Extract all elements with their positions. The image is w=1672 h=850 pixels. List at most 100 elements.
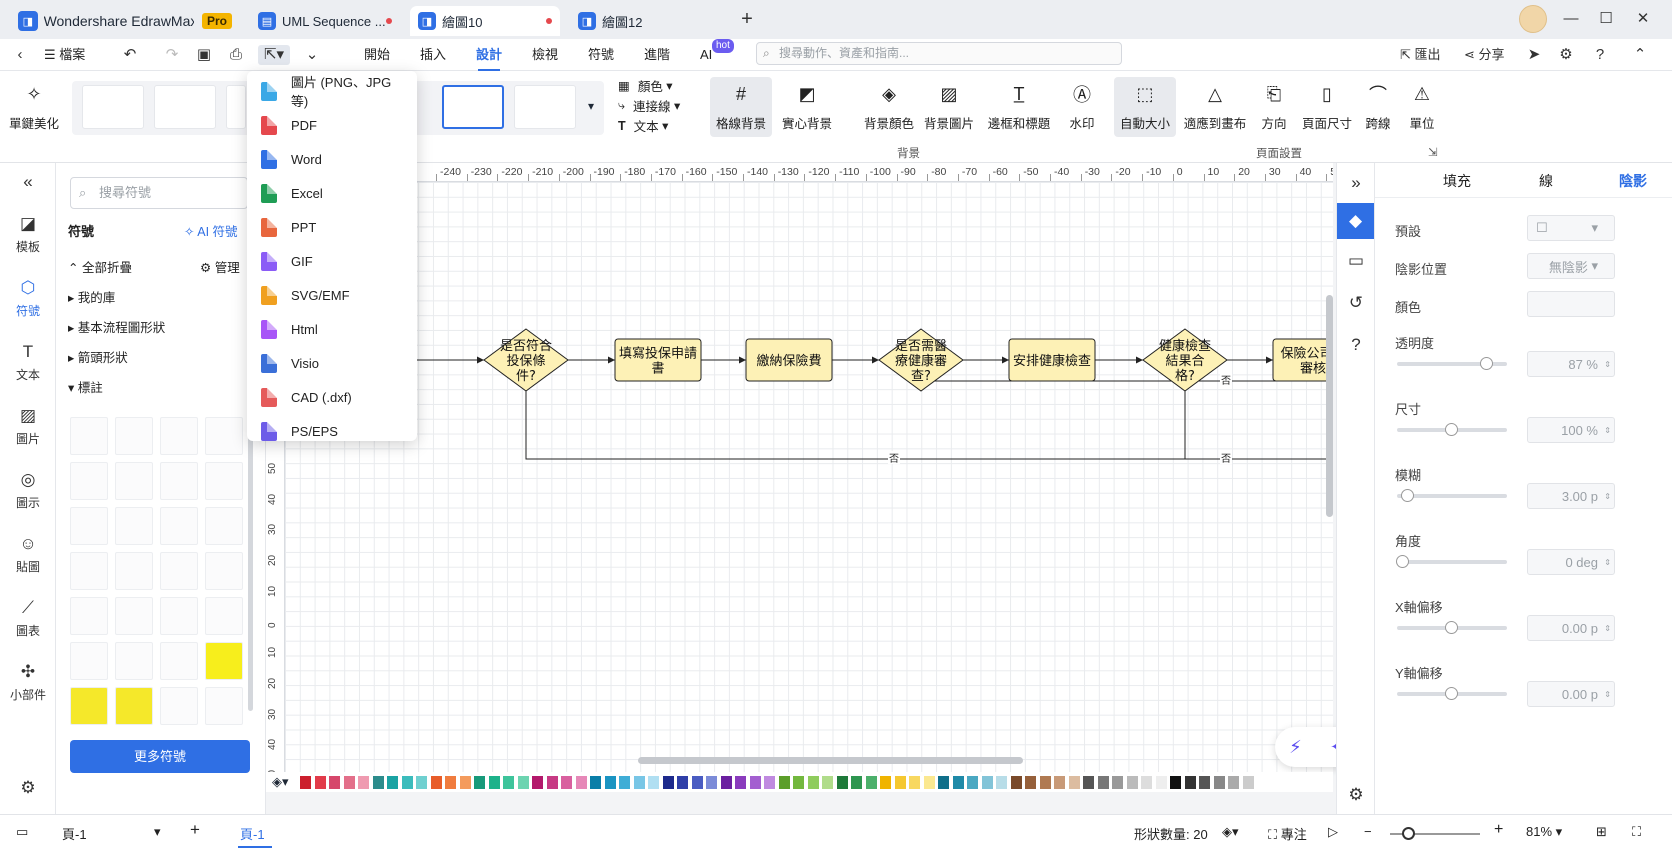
background-image-button[interactable]: ▨ 背景圖片 [918, 77, 980, 137]
color-swatch[interactable] [1083, 776, 1094, 789]
node-text[interactable]: 投保條 [506, 353, 545, 369]
redo-icon[interactable]: ↷ [162, 45, 182, 65]
rail-text[interactable]: T 文本 [0, 341, 56, 383]
color-swatch[interactable] [996, 776, 1007, 789]
symbol-thumbnail[interactable] [205, 552, 243, 590]
color-swatch[interactable] [1170, 776, 1181, 789]
color-swatch[interactable] [1126, 776, 1138, 789]
export-item[interactable]: GIF [261, 245, 411, 277]
symbol-thumbnail[interactable] [205, 597, 243, 635]
auto-size-button[interactable]: ⬚ 自動大小 [1114, 77, 1176, 137]
transparency-input[interactable]: 87 % ⇕ [1527, 351, 1615, 377]
color-swatch[interactable] [474, 776, 485, 789]
gear-icon[interactable]: ⚙ [1344, 783, 1368, 807]
color-swatch[interactable] [836, 776, 848, 789]
style-thumb[interactable] [514, 85, 576, 129]
size-slider[interactable] [1397, 423, 1507, 436]
style-thumb[interactable] [154, 85, 216, 129]
slider-knob[interactable] [1444, 687, 1458, 700]
collapse-all-button[interactable]: ⌃ 全部折疊 [68, 257, 132, 276]
shadow-color-picker[interactable] [1527, 291, 1615, 317]
back-icon[interactable]: ‹ [10, 45, 30, 65]
more-symbols-button[interactable]: 更多符號 [70, 740, 250, 773]
symbol-thumbnail[interactable] [160, 687, 198, 725]
orientation-button[interactable]: ⎗ 方向 [1254, 77, 1294, 137]
color-swatch[interactable] [604, 776, 616, 789]
symbol-thumbnail[interactable] [160, 597, 198, 635]
color-swatch[interactable] [648, 776, 659, 789]
new-tab-button[interactable]: + [736, 8, 758, 30]
settings-gear-icon[interactable]: ⚙ [1556, 45, 1576, 65]
stepper-icon[interactable]: ⇕ [1604, 624, 1611, 633]
color-swatch[interactable] [764, 776, 775, 789]
fill-bucket-icon[interactable]: ◈▾ [272, 774, 289, 790]
symbol-thumbnail[interactable] [205, 417, 243, 455]
color-swatch[interactable] [1097, 776, 1109, 789]
export-item[interactable]: CAD (.dxf) [261, 381, 411, 413]
presentation-icon[interactable]: ▭ [1344, 249, 1368, 273]
color-swatch[interactable] [735, 776, 746, 789]
color-swatch[interactable] [329, 776, 340, 789]
color-swatch[interactable] [981, 776, 993, 789]
connector[interactable] [920, 362, 1333, 382]
color-swatch[interactable] [793, 776, 804, 789]
color-swatch[interactable] [778, 776, 790, 789]
border-title-button[interactable]: T̲ 邊框和標題 [982, 77, 1056, 137]
blur-slider[interactable] [1397, 489, 1507, 502]
library-basic-flowchart[interactable]: ▸ 基本流程圖形狀 [68, 317, 165, 336]
node-text[interactable]: 健康檢查 [1159, 338, 1211, 354]
zoom-level[interactable]: 81% ▾ [1526, 824, 1562, 840]
file-menu[interactable]: ☰ 檔案 [44, 45, 85, 65]
symbol-thumbnail[interactable] [160, 417, 198, 455]
color-swatch[interactable] [343, 776, 355, 789]
tab-fill[interactable]: 填充 [1443, 171, 1471, 191]
color-swatch[interactable] [807, 776, 819, 789]
color-swatch[interactable] [865, 776, 877, 789]
node-text[interactable]: 書 [651, 362, 664, 377]
color-swatch[interactable] [967, 776, 978, 789]
color-swatch[interactable] [445, 776, 456, 789]
unit-button[interactable]: ⚠ 單位 [1404, 77, 1440, 137]
color-swatch[interactable] [401, 776, 413, 789]
zoom-in-button[interactable]: + [1494, 821, 1503, 839]
export-item[interactable]: PDF [261, 109, 411, 141]
menu-symbol[interactable]: 符號 [588, 45, 614, 65]
maximize-button[interactable]: ☐ [1595, 8, 1617, 30]
export-item[interactable]: Html [261, 313, 411, 345]
zoom-slider-knob[interactable] [1402, 827, 1415, 840]
node-text[interactable]: 查? [911, 369, 931, 384]
export-item[interactable]: Visio [261, 347, 411, 379]
color-swatch[interactable] [909, 776, 920, 789]
color-swatch[interactable] [677, 776, 688, 789]
zoom-slider[interactable] [1390, 827, 1480, 840]
symbol-thumbnail[interactable] [115, 597, 153, 635]
node-text[interactable]: 件? [516, 369, 536, 384]
stepper-icon[interactable]: ⇕ [1604, 690, 1611, 699]
close-button[interactable]: ✕ [1632, 8, 1654, 30]
color-swatch[interactable] [691, 776, 703, 789]
color-swatch[interactable] [720, 776, 732, 789]
symbol-thumbnail[interactable] [115, 642, 153, 680]
color-swatch[interactable] [1010, 776, 1022, 789]
symbol-thumbnail[interactable] [205, 687, 243, 725]
beautify-button[interactable]: ✧ 單鍵美化 [6, 77, 62, 137]
rail-widgets[interactable]: ✣ 小部件 [0, 661, 56, 703]
rail-stickers[interactable]: ☺ 貼圖 [0, 533, 56, 575]
symbol-thumbnail[interactable] [70, 507, 108, 545]
rail-icons[interactable]: ◎ 圖示 [0, 469, 56, 511]
jump-line-button[interactable]: ⌒ 跨線 [1360, 77, 1396, 137]
color-swatch[interactable] [923, 776, 935, 789]
color-swatch[interactable] [590, 776, 601, 789]
y-offset-slider[interactable] [1397, 687, 1507, 700]
shadow-position-select[interactable]: 無陰影 ▾ [1527, 253, 1615, 279]
tab-line[interactable]: 線 [1539, 171, 1553, 191]
fullscreen-icon[interactable]: ⛶ [1632, 824, 1641, 840]
play-icon[interactable]: ▷ [1328, 824, 1338, 840]
color-swatch[interactable] [880, 776, 891, 789]
help-icon[interactable]: ? [1590, 45, 1610, 65]
symbol-thumbnail[interactable] [160, 462, 198, 500]
color-swatch[interactable] [488, 776, 500, 789]
color-swatch[interactable] [561, 776, 572, 789]
fit-canvas-button[interactable]: △ 適應到畫布 [1182, 77, 1248, 137]
print-icon[interactable]: ⎙ [226, 45, 246, 65]
